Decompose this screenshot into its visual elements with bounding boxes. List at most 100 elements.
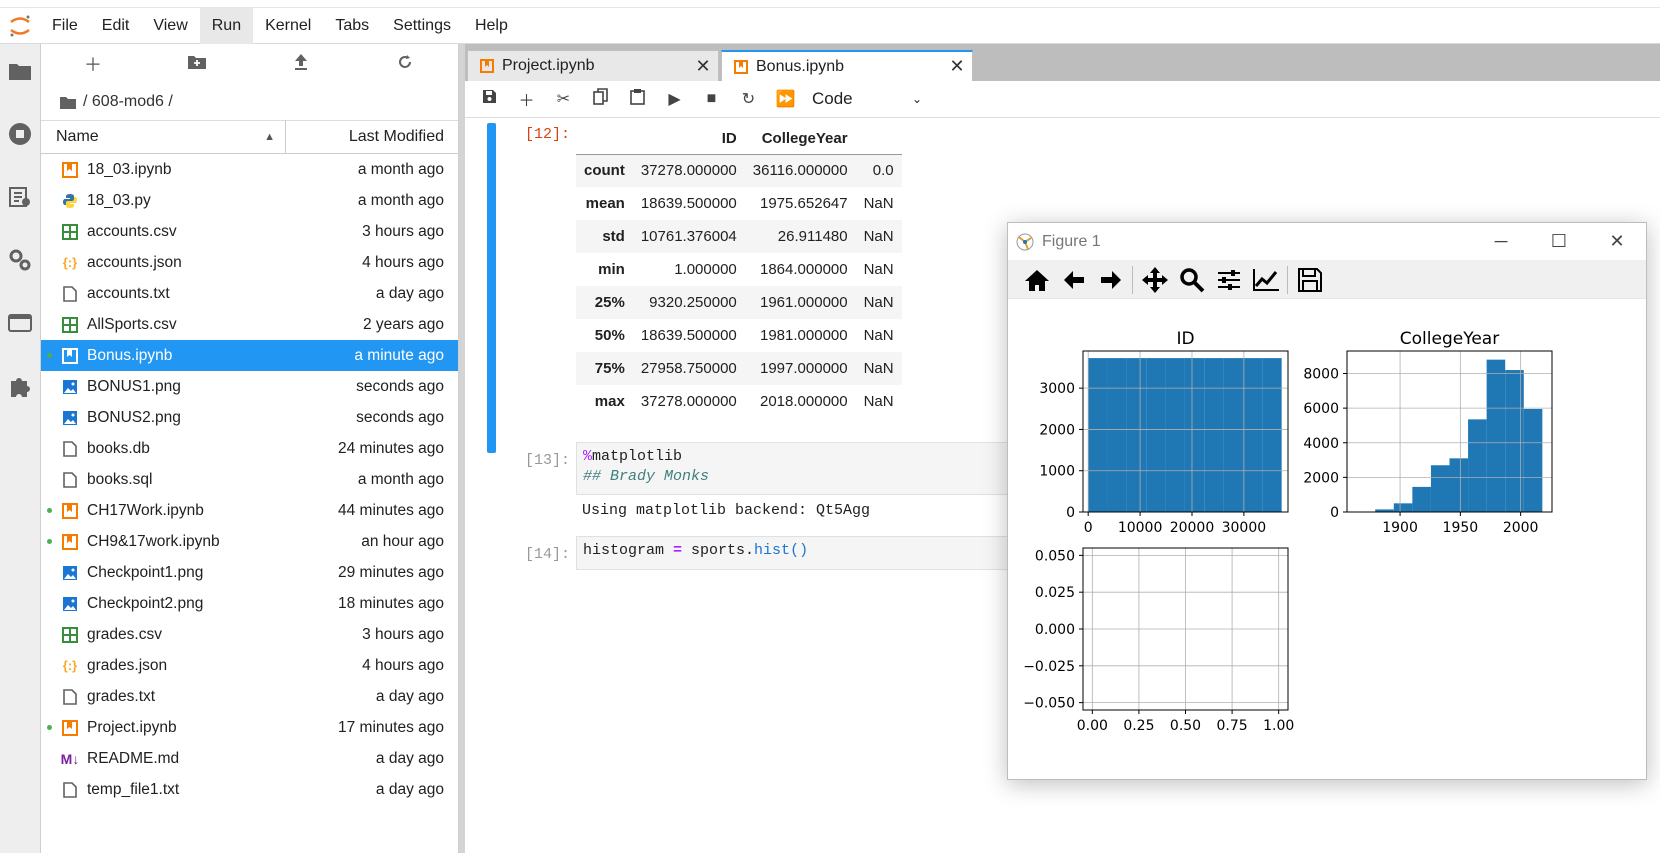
file-name: README.md <box>87 749 180 767</box>
cell-type-select[interactable]: Code ⌄ <box>812 89 922 109</box>
describe-table: ID CollegeYear count 37278.000000 36116.000… <box>576 124 902 418</box>
menu-edit[interactable]: Edit <box>90 8 142 44</box>
file-row[interactable]: accounts.txt a day ago <box>41 278 458 309</box>
y-tick-label: 2000 <box>1303 470 1339 486</box>
menu-help[interactable]: Help <box>463 8 520 44</box>
table-cell: 1975.652647 <box>760 195 848 212</box>
menu-kernel[interactable]: Kernel <box>253 8 323 44</box>
close-icon[interactable]: ✕ <box>688 56 718 77</box>
table-row: count 37278.000000 36116.000000 0.0 <box>576 154 902 187</box>
save-figure-icon[interactable] <box>1291 265 1328 295</box>
running-indicator-icon <box>47 508 52 513</box>
figure-canvas[interactable]: 0 10000 20000 300000100020003000ID1900 1950 2… <box>1008 300 1646 779</box>
file-row[interactable]: accounts.csv 3 hours ago <box>41 216 458 247</box>
upload-icon[interactable] <box>249 53 353 76</box>
home-folder-icon[interactable] <box>59 95 77 110</box>
folder-icon[interactable] <box>7 58 33 84</box>
new-launcher-icon[interactable]: ＋ <box>41 51 145 77</box>
name-column-header[interactable]: Name ▲ <box>41 120 286 154</box>
extensions-icon[interactable] <box>7 373 33 399</box>
run-icon[interactable]: ▶ <box>656 89 693 109</box>
maximize-button[interactable]: ☐ <box>1530 231 1588 252</box>
menu-run[interactable]: Run <box>199 7 254 44</box>
open-tabs-icon[interactable] <box>7 310 33 336</box>
histogram-bar <box>1262 358 1282 512</box>
back-arrow-icon[interactable] <box>1055 265 1092 295</box>
file-row[interactable]: grades.txt a day ago <box>41 681 458 712</box>
file-modified: seconds ago <box>356 377 444 395</box>
x-tick-label: 10000 <box>1118 520 1163 536</box>
modified-column-header[interactable]: Last Modified <box>286 128 458 146</box>
restart-icon[interactable]: ↻ <box>730 89 767 109</box>
cut-icon[interactable]: ✂ <box>545 89 582 109</box>
spreadsheet-icon <box>61 626 79 644</box>
table-cell: 37278.000000 <box>640 393 737 410</box>
commands-icon[interactable] <box>7 184 33 210</box>
file-icon <box>61 781 79 799</box>
tab-bonus[interactable]: Bonus.ipynb ✕ <box>721 50 973 81</box>
file-row[interactable]: grades.csv 3 hours ago <box>41 619 458 650</box>
file-row[interactable]: temp_file1.txt a day ago <box>41 774 458 805</box>
minimize-button[interactable]: ─ <box>1472 231 1530 252</box>
y-tick-label: 8000 <box>1303 367 1339 383</box>
stop-icon[interactable]: ■ <box>693 90 730 108</box>
file-row[interactable]: 18_03.ipynb a month ago <box>41 154 458 185</box>
property-inspector-icon[interactable] <box>7 247 33 273</box>
file-row[interactable]: Project.ipynb 17 minutes ago <box>41 712 458 743</box>
file-row[interactable]: AllSports.csv 2 years ago <box>41 309 458 340</box>
close-button[interactable]: ✕ <box>1588 231 1646 252</box>
file-row[interactable]: 18_03.py a month ago <box>41 185 458 216</box>
file-name: accounts.txt <box>87 284 170 302</box>
edit-axes-icon[interactable] <box>1247 265 1284 295</box>
paste-icon[interactable] <box>619 88 656 110</box>
file-row[interactable]: books.sql a month ago <box>41 464 458 495</box>
y-tick-label: 4000 <box>1303 436 1339 452</box>
table-header-row: ID CollegeYear <box>576 124 902 155</box>
menu-tabs[interactable]: Tabs <box>323 8 381 44</box>
spreadsheet-icon <box>61 316 79 334</box>
file-modified: a minute ago <box>354 346 444 364</box>
notebook-icon <box>61 161 79 179</box>
home-icon[interactable] <box>1018 265 1055 295</box>
breadcrumb-path[interactable]: / 608-mod6 / <box>83 93 173 111</box>
forward-arrow-icon[interactable] <box>1092 265 1129 295</box>
table-cell: 26.911480 <box>777 228 848 245</box>
file-name: books.db <box>87 439 150 457</box>
cell-13-output: Using matplotlib backend: Qt5Agg <box>582 502 871 519</box>
run-all-icon[interactable]: ⏩ <box>767 89 804 109</box>
close-icon[interactable]: ✕ <box>942 56 972 77</box>
figure-title-bar[interactable]: Figure 1 ─ ☐ ✕ <box>1008 223 1646 261</box>
file-row[interactable]: CH9&17work.ipynb an hour ago <box>41 526 458 557</box>
file-row[interactable]: BONUS1.png seconds ago <box>41 371 458 402</box>
configure-subplots-icon[interactable] <box>1210 265 1247 295</box>
file-name: grades.json <box>87 656 168 674</box>
insert-cell-icon[interactable]: ＋ <box>508 87 545 111</box>
menu-file[interactable]: File <box>40 8 90 44</box>
menu-settings[interactable]: Settings <box>381 8 463 44</box>
copy-icon[interactable] <box>582 88 619 110</box>
file-row[interactable]: Bonus.ipynb a minute ago <box>41 340 458 371</box>
new-folder-icon[interactable] <box>145 54 249 75</box>
menu-view[interactable]: View <box>141 8 199 44</box>
table-cell: 9320.250000 <box>649 294 737 311</box>
file-name: Checkpoint1.png <box>87 563 204 581</box>
file-name: grades.txt <box>87 687 156 705</box>
file-row[interactable]: books.db 24 minutes ago <box>41 433 458 464</box>
y-tick-label: 3000 <box>1039 381 1075 397</box>
file-row[interactable]: Checkpoint1.png 29 minutes ago <box>41 557 458 588</box>
file-row[interactable]: BONUS2.png seconds ago <box>41 402 458 433</box>
running-kernels-icon[interactable] <box>7 121 33 147</box>
file-row[interactable]: Checkpoint2.png 18 minutes ago <box>41 588 458 619</box>
x-tick-label: 0.00 <box>1077 718 1108 734</box>
file-row[interactable]: {:} grades.json 4 hours ago <box>41 650 458 681</box>
file-row[interactable]: CH17Work.ipynb 44 minutes ago <box>41 495 458 526</box>
save-icon[interactable] <box>471 89 508 109</box>
refresh-icon[interactable] <box>353 54 457 75</box>
breadcrumb[interactable]: / 608-mod6 / <box>41 84 458 120</box>
pan-move-icon[interactable] <box>1136 265 1173 295</box>
file-row[interactable]: {:} accounts.json 4 hours ago <box>41 247 458 278</box>
file-row[interactable]: M↓ README.md a day ago <box>41 743 458 774</box>
chart-0: 0 10000 20000 30000 0 1000 2000 3000 ID <box>1039 329 1289 536</box>
tab-project[interactable]: Project.ipynb ✕ <box>467 50 719 81</box>
zoom-magnifier-icon[interactable] <box>1173 265 1210 295</box>
